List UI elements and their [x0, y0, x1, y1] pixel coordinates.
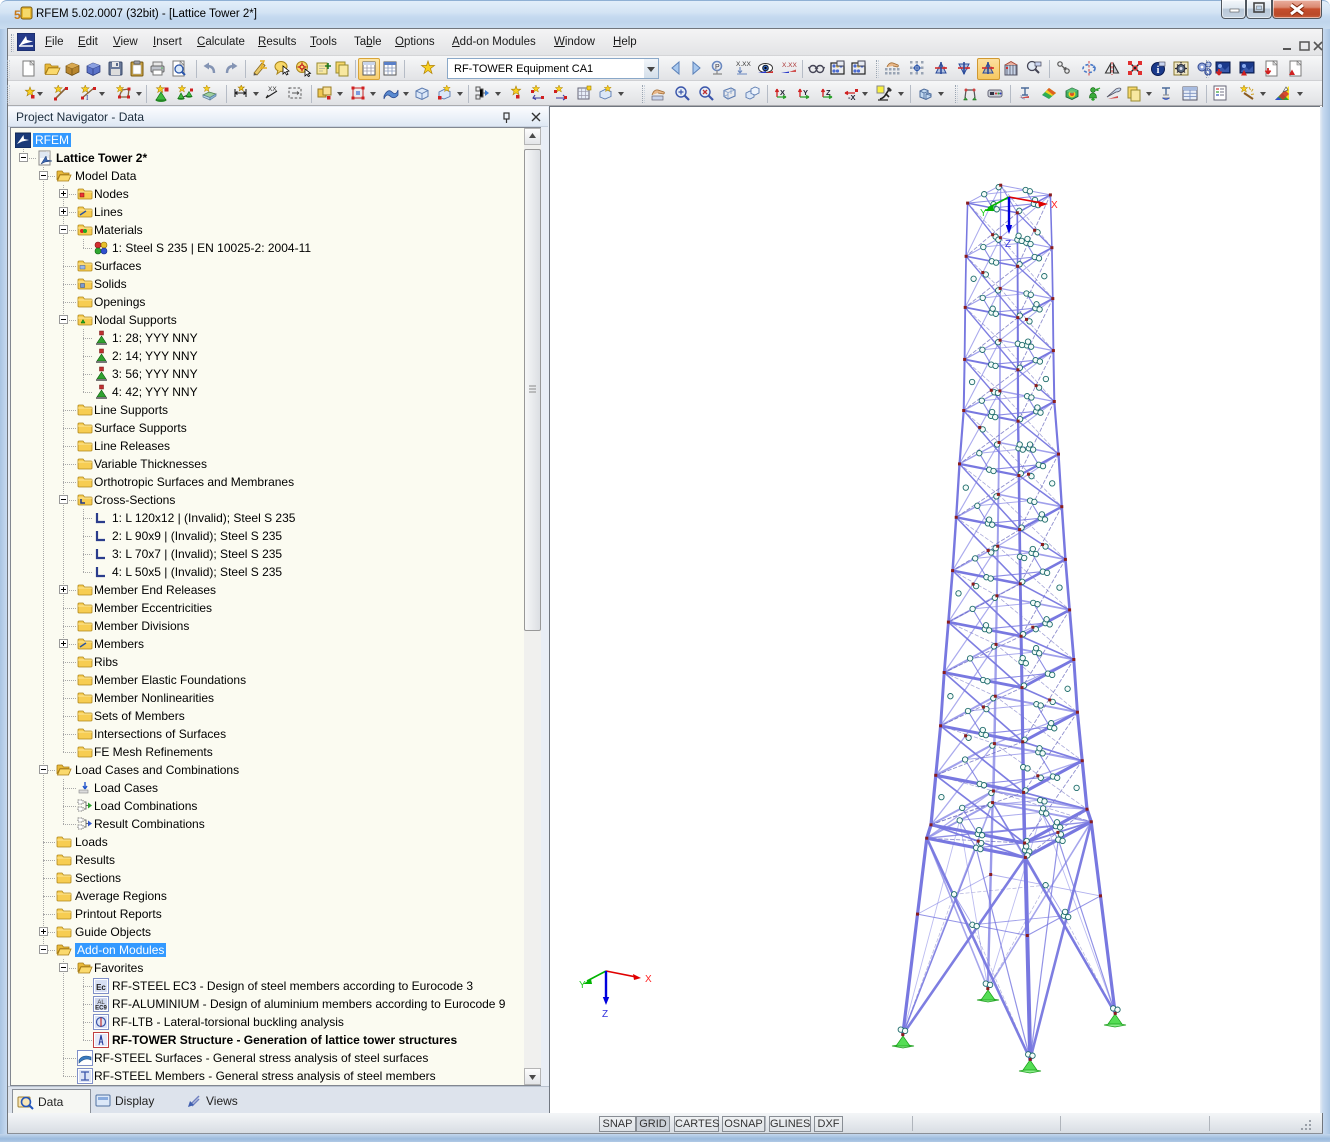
svg-text:Y: Y	[579, 980, 586, 991]
svg-text:X.XX: X.XX	[782, 62, 797, 69]
svg-text:X.XX: X.XX	[736, 61, 751, 68]
svg-text:Z: Z	[602, 1009, 608, 1020]
svg-text:Z: Z	[1005, 239, 1011, 250]
svg-text:-X: -X	[848, 93, 856, 102]
svg-text:Y: Y	[980, 208, 987, 219]
svg-text:P: P	[715, 64, 720, 71]
svg-text:Y: Y	[803, 88, 808, 97]
svg-text:i: i	[1157, 65, 1160, 76]
svg-text:Z: Z	[826, 88, 831, 97]
svg-text:EC9: EC9	[95, 1006, 107, 1012]
svg-text:X: X	[1051, 200, 1058, 211]
svg-text:I: I	[86, 94, 89, 102]
svg-text:X: X	[645, 974, 652, 985]
svg-text:5: 5	[14, 8, 21, 22]
svg-text:X: X	[780, 88, 785, 97]
svg-text:Ec: Ec	[96, 983, 106, 992]
